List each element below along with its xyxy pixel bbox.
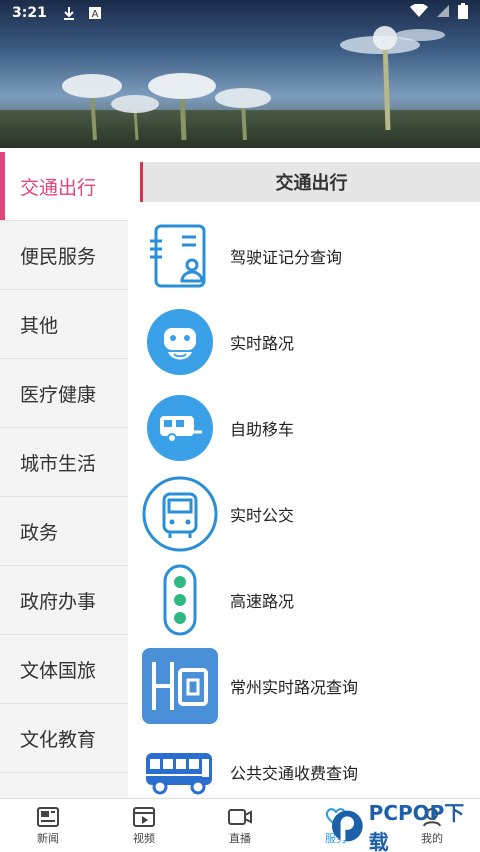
robot-face-icon: [140, 302, 220, 382]
sidebar-item-education[interactable]: 文化教育: [0, 704, 128, 773]
service-label: 实时路况: [230, 334, 295, 353]
traffic-light-icon: [140, 560, 220, 640]
watermark-text: PCPOP下载: [368, 801, 465, 852]
sidebar-item-label: 医疗健康: [20, 383, 97, 406]
service-public-transport-fee[interactable]: 公共交通收费查询: [140, 732, 480, 798]
sidebar-item-other[interactable]: 其他: [0, 290, 128, 359]
section-title: 交通出行: [140, 162, 480, 202]
sidebar-item-label: 文化教育: [20, 728, 97, 751]
nav-live[interactable]: 直播: [192, 799, 288, 852]
watermark: PCPOP下载: [330, 801, 480, 852]
sidebar-item-traffic[interactable]: 交通出行: [0, 152, 128, 221]
pcpop-logo-icon: [331, 810, 363, 842]
service-label: 实时公交: [230, 506, 295, 525]
battery-icon: [458, 3, 468, 23]
status-time: 3:21: [12, 5, 47, 21]
nav-video[interactable]: 视频: [96, 799, 192, 852]
svg-text:A: A: [91, 9, 98, 20]
sidebar-item-label: 政务: [20, 521, 59, 544]
trailer-icon: [140, 388, 220, 468]
category-sidebar: 交通出行 便民服务 其他 医疗健康 城市生活 政务 政府办事 文体国旅 文化教育: [0, 152, 128, 798]
service-label: 公共交通收费查询: [230, 764, 359, 783]
bus-front-icon: [140, 474, 220, 554]
sidebar-item-culture-travel[interactable]: 文体国旅: [0, 635, 128, 704]
service-list-panel: 交通出行 驾驶证记分查询 实时路况 自助移车 实时公交 高速路况 常州实时路况查…: [128, 152, 480, 798]
bus-side-icon: [140, 732, 220, 798]
sidebar-item-convenience[interactable]: 便民服务: [0, 221, 128, 290]
service-label: 自助移车: [230, 420, 295, 439]
news-icon: [37, 806, 59, 827]
service-realtime-bus[interactable]: 实时公交: [140, 474, 480, 554]
nav-label: 视频: [133, 831, 155, 845]
sidebar-item-gov-affairs[interactable]: 政府办事: [0, 566, 128, 635]
sidebar-item-city-life[interactable]: 城市生活: [0, 428, 128, 497]
service-highway-traffic[interactable]: 高速路况: [140, 560, 480, 640]
nav-news[interactable]: 新闻: [0, 799, 96, 852]
sidebar-item-government[interactable]: 政务: [0, 497, 128, 566]
sidebar-item-health[interactable]: 医疗健康: [0, 359, 128, 428]
sidebar-item-label: 便民服务: [20, 245, 97, 268]
download-icon: [61, 5, 77, 21]
service-label: 驾驶证记分查询: [230, 248, 343, 267]
wifi-icon: [410, 3, 428, 22]
live-camera-icon: [228, 808, 252, 825]
service-self-move-car[interactable]: 自助移车: [140, 388, 480, 468]
road-map-icon: [140, 646, 220, 726]
nav-label: 直播: [229, 831, 251, 845]
sidebar-item-label: 其他: [20, 314, 59, 337]
sidebar-item-label: 政府办事: [20, 590, 97, 613]
sidebar-item-label: 文体国旅: [20, 659, 97, 682]
signal-icon: [436, 4, 450, 22]
sidebar-item-label: 交通出行: [20, 176, 97, 199]
service-label: 常州实时路况查询: [230, 678, 359, 697]
nav-label: 新闻: [37, 831, 59, 845]
sidebar-item-label: 城市生活: [20, 452, 97, 475]
service-changzhou-traffic[interactable]: 常州实时路况查询: [140, 646, 480, 726]
a-badge-icon: A: [87, 5, 103, 21]
service-label: 高速路况: [230, 592, 295, 611]
status-bar: 3:21 A: [0, 0, 480, 26]
service-realtime-traffic[interactable]: 实时路况: [140, 302, 480, 382]
video-icon: [133, 806, 155, 827]
driver-license-icon: [140, 216, 220, 296]
service-driver-license-points[interactable]: 驾驶证记分查询: [140, 216, 480, 296]
